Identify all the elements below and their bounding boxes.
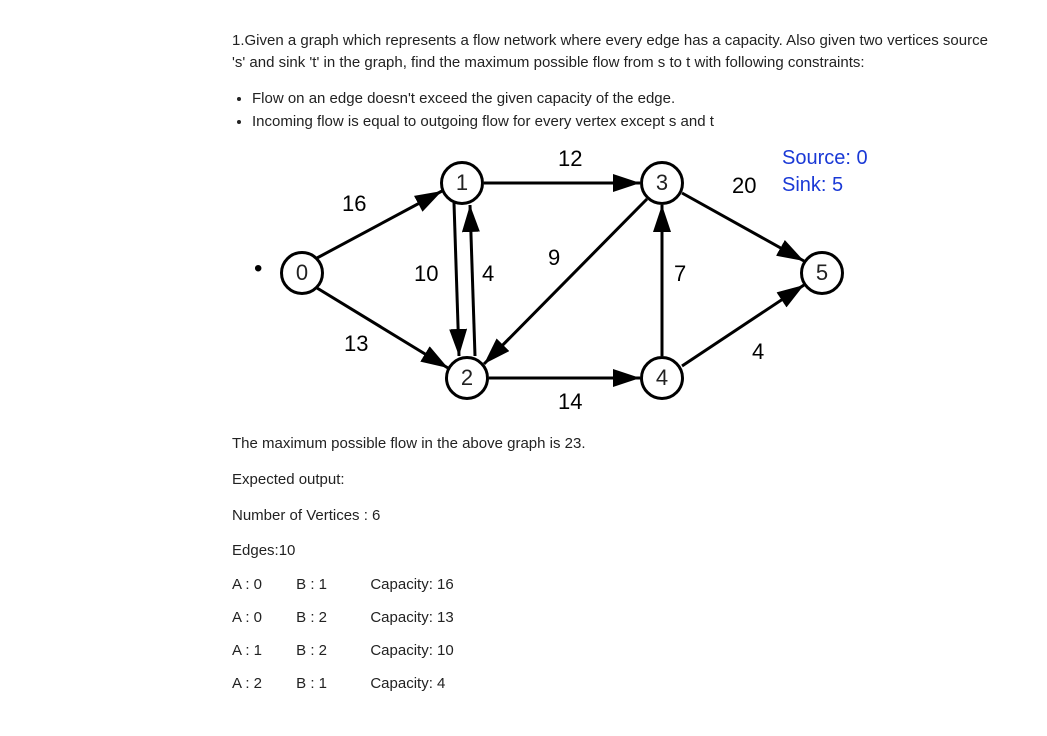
edge-weight-2-1: 4 (482, 261, 494, 287)
edge-b: B : 1 (296, 675, 366, 692)
flow-network-diagram: • 0 1 2 3 4 5 16 13 10 4 12 9 14 7 20 4 … (242, 143, 882, 423)
edge-b: B : 2 (296, 609, 366, 626)
edge-weight-4-5: 4 (752, 339, 764, 365)
graph-node-4: 4 (640, 356, 684, 400)
sink-label: Sink: 5 (782, 172, 868, 199)
edge-a: A : 1 (232, 642, 292, 659)
edge-row: A : 0 B : 1 Capacity: 16 (232, 576, 992, 593)
edge-cap: Capacity: 13 (370, 609, 453, 626)
edge-weight-1-3: 12 (558, 146, 582, 172)
source-sink-label: Source: 0 Sink: 5 (782, 145, 868, 199)
edge-a: A : 0 (232, 576, 292, 593)
edge-row: A : 0 B : 2 Capacity: 13 (232, 609, 992, 626)
page-content: 1.Given a graph which represents a flow … (0, 0, 992, 692)
edge-weight-0-1: 16 (342, 191, 366, 217)
edge-weight-1-2: 10 (414, 261, 438, 287)
graph-node-5: 5 (800, 251, 844, 295)
constraints-list: Flow on an edge doesn't exceed the given… (232, 88, 992, 134)
graph-node-2: 2 (445, 356, 489, 400)
edge-b: B : 2 (296, 642, 366, 659)
edge-weight-2-4: 14 (558, 389, 582, 415)
edge-cap: Capacity: 10 (370, 642, 453, 659)
edge-b: B : 1 (296, 576, 366, 593)
constraint-item: Flow on an edge doesn't exceed the given… (252, 88, 992, 110)
expected-output-label: Expected output: (232, 469, 992, 491)
graph-node-0: 0 (280, 251, 324, 295)
maxflow-statement: The maximum possible flow in the above g… (232, 433, 992, 455)
edge-a: A : 2 (232, 675, 292, 692)
constraint-item: Incoming flow is equal to outgoing flow … (252, 111, 992, 133)
edge-weight-3-2: 9 (548, 245, 560, 271)
vertices-line: Number of Vertices : 6 (232, 505, 992, 527)
source-label: Source: 0 (782, 145, 868, 172)
problem-intro: 1.Given a graph which represents a flow … (232, 30, 992, 74)
graph-node-1: 1 (440, 161, 484, 205)
edge-weight-4-3: 7 (674, 261, 686, 287)
edge-weight-0-2: 13 (344, 331, 368, 357)
edges-line: Edges:10 (232, 540, 992, 562)
edge-cap: Capacity: 4 (370, 675, 445, 692)
edge-a: A : 0 (232, 609, 292, 626)
graph-node-3: 3 (640, 161, 684, 205)
edge-row: A : 2 B : 1 Capacity: 4 (232, 675, 992, 692)
edge-weight-3-5: 20 (732, 173, 756, 199)
edge-row: A : 1 B : 2 Capacity: 10 (232, 642, 992, 659)
edge-cap: Capacity: 16 (370, 576, 453, 593)
leading-dot: • (254, 255, 262, 283)
